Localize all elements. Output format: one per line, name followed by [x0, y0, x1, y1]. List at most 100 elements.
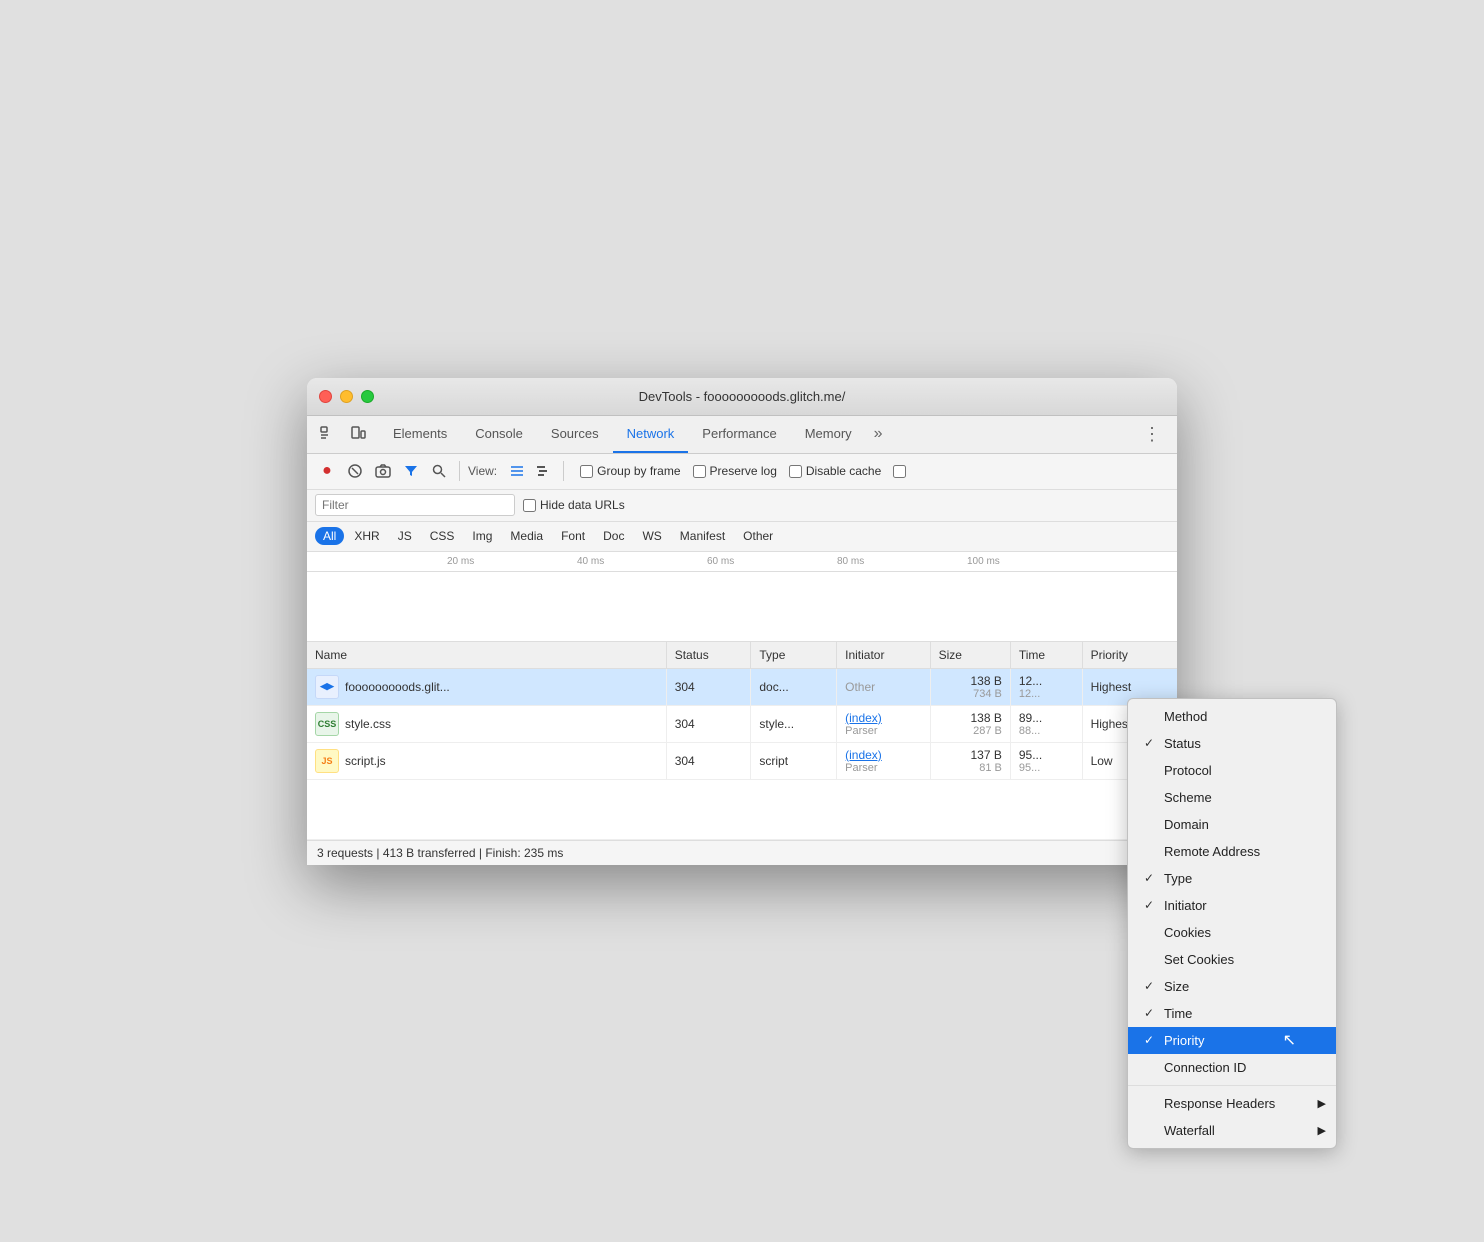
toolbar-divider	[459, 461, 460, 481]
inspect-icon[interactable]	[315, 421, 341, 447]
timeline-ruler: 20 ms 40 ms 60 ms 80 ms 100 ms	[307, 552, 1177, 572]
network-table-container: Name Status Type Initiator Size Time Pri…	[307, 642, 1177, 840]
menu-item-protocol[interactable]: Protocol	[1128, 757, 1336, 784]
window-title: DevTools - fooooooooods.glitch.me/	[639, 389, 846, 404]
devtools-window: DevTools - fooooooooods.glitch.me/ Eleme…	[307, 378, 1177, 865]
col-initiator[interactable]: Initiator	[837, 642, 931, 669]
menu-item-domain[interactable]: Domain	[1128, 811, 1336, 838]
type-btn-all[interactable]: All	[315, 527, 344, 545]
ruler-mark-80ms: 80 ms	[837, 556, 864, 567]
cell-initiator: (index) Parser	[837, 705, 931, 742]
maximize-button[interactable]	[361, 390, 374, 403]
cell-size: 137 B 81 B	[930, 742, 1010, 779]
col-size[interactable]: Size	[930, 642, 1010, 669]
minimize-button[interactable]	[340, 390, 353, 403]
context-menu: Method ✓ Status Protocol Scheme Domain R…	[1127, 698, 1337, 1149]
file-icon-html: ◀▶	[315, 675, 339, 699]
menu-item-cookies[interactable]: Cookies	[1128, 919, 1336, 946]
menu-item-scheme[interactable]: Scheme	[1128, 784, 1336, 811]
menu-item-connection-id[interactable]: Connection ID	[1128, 1054, 1336, 1081]
search-icon[interactable]	[427, 459, 451, 483]
camera-button[interactable]	[371, 459, 395, 483]
type-btn-other[interactable]: Other	[735, 527, 781, 545]
filter-icon[interactable]	[399, 459, 423, 483]
cell-type: style...	[751, 705, 837, 742]
type-btn-doc[interactable]: Doc	[595, 527, 632, 545]
group-by-frame-checkbox[interactable]: Group by frame	[580, 464, 680, 478]
col-time[interactable]: Time	[1010, 642, 1082, 669]
cell-initiator: (index) Parser	[837, 742, 931, 779]
col-priority[interactable]: Priority	[1082, 642, 1177, 669]
submenu-arrow-waterfall: ▶	[1318, 1124, 1326, 1137]
table-row[interactable]: JS script.js 304 script (index) Parser 1…	[307, 742, 1177, 779]
extra-checkbox[interactable]	[893, 465, 906, 478]
cell-size: 138 B 287 B	[930, 705, 1010, 742]
tab-sources[interactable]: Sources	[537, 416, 613, 453]
file-icon-css: CSS	[315, 712, 339, 736]
menu-item-remote-address[interactable]: Remote Address	[1128, 838, 1336, 865]
menu-item-size[interactable]: ✓ Size	[1128, 973, 1336, 1000]
waterfall-view-button[interactable]	[531, 459, 555, 483]
ruler-mark-20ms: 20 ms	[447, 556, 474, 567]
type-btn-ws[interactable]: WS	[634, 527, 669, 545]
menu-item-status[interactable]: ✓ Status	[1128, 730, 1336, 757]
tab-performance[interactable]: Performance	[688, 416, 790, 453]
list-view-button[interactable]	[505, 459, 529, 483]
menu-divider	[1128, 1085, 1336, 1086]
more-tabs-button[interactable]: »	[866, 425, 891, 443]
devtools-menu-button[interactable]: ⋮	[1135, 424, 1169, 445]
preserve-log-checkbox[interactable]: Preserve log	[693, 464, 777, 478]
filter-bar: Hide data URLs	[307, 490, 1177, 522]
cell-time: 89... 88...	[1010, 705, 1082, 742]
table-row[interactable]: ◀▶ fooooooooods.glit... 304 doc... Other…	[307, 668, 1177, 705]
type-btn-css[interactable]: CSS	[422, 527, 463, 545]
cell-time: 12... 12...	[1010, 668, 1082, 705]
devtools-icons	[315, 421, 371, 447]
col-status[interactable]: Status	[666, 642, 751, 669]
type-btn-xhr[interactable]: XHR	[346, 527, 387, 545]
menu-item-response-headers[interactable]: Response Headers ▶	[1128, 1090, 1336, 1117]
record-button[interactable]: ●	[315, 459, 339, 483]
tab-elements[interactable]: Elements	[379, 416, 461, 453]
col-name[interactable]: Name	[307, 642, 666, 669]
menu-item-waterfall[interactable]: Waterfall ▶	[1128, 1117, 1336, 1144]
network-table: Name Status Type Initiator Size Time Pri…	[307, 642, 1177, 840]
close-button[interactable]	[319, 390, 332, 403]
status-bar: 3 requests | 413 B transferred | Finish:…	[307, 840, 1177, 865]
timeline-content	[307, 572, 1177, 641]
tab-memory[interactable]: Memory	[791, 416, 866, 453]
type-btn-font[interactable]: Font	[553, 527, 593, 545]
tab-network[interactable]: Network	[613, 416, 689, 453]
menu-item-set-cookies[interactable]: Set Cookies	[1128, 946, 1336, 973]
timeline: 20 ms 40 ms 60 ms 80 ms 100 ms	[307, 552, 1177, 642]
cell-type: doc...	[751, 668, 837, 705]
table-row[interactable]: CSS style.css 304 style... (index) Parse…	[307, 705, 1177, 742]
menu-item-initiator[interactable]: ✓ Initiator	[1128, 892, 1336, 919]
network-toolbar: ● View:	[307, 454, 1177, 490]
ruler-mark-100ms: 100 ms	[967, 556, 1000, 567]
disable-cache-checkbox[interactable]: Disable cache	[789, 464, 881, 478]
menu-item-time[interactable]: ✓ Time	[1128, 1000, 1336, 1027]
filter-input[interactable]	[315, 494, 515, 516]
cell-size: 138 B 734 B	[930, 668, 1010, 705]
type-btn-img[interactable]: Img	[464, 527, 500, 545]
type-btn-media[interactable]: Media	[502, 527, 551, 545]
table-row-empty	[307, 779, 1177, 839]
tabs: Elements Console Sources Network Perform…	[379, 416, 866, 453]
cell-time: 95... 95...	[1010, 742, 1082, 779]
menu-item-method[interactable]: Method	[1128, 703, 1336, 730]
col-type[interactable]: Type	[751, 642, 837, 669]
tab-console[interactable]: Console	[461, 416, 537, 453]
menu-item-type[interactable]: ✓ Type	[1128, 865, 1336, 892]
view-label: View:	[468, 464, 497, 478]
title-bar: DevTools - fooooooooods.glitch.me/	[307, 378, 1177, 416]
type-btn-manifest[interactable]: Manifest	[672, 527, 733, 545]
cell-status: 304	[666, 668, 751, 705]
cell-initiator: Other	[837, 668, 931, 705]
cursor-icon: ↖	[1283, 1030, 1296, 1050]
device-icon[interactable]	[345, 421, 371, 447]
clear-button[interactable]	[343, 459, 367, 483]
hide-data-urls-checkbox[interactable]: Hide data URLs	[523, 498, 625, 512]
menu-item-priority[interactable]: ✓ Priority ↖	[1128, 1027, 1336, 1054]
type-btn-js[interactable]: JS	[390, 527, 420, 545]
